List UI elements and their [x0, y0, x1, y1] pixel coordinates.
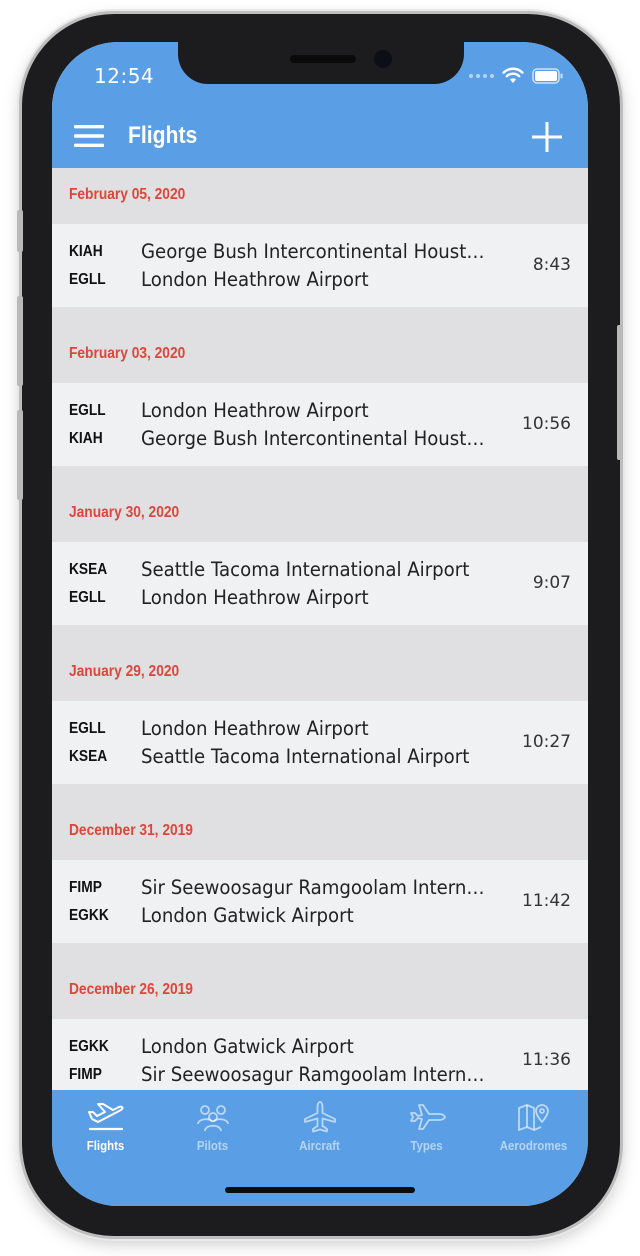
section-date: February 05, 2020: [69, 186, 186, 203]
status-icons: [469, 67, 564, 84]
section-date: January 30, 2020: [69, 504, 180, 521]
flight-duration: 11:42: [522, 891, 571, 911]
arrival-code: EGLL: [69, 271, 106, 288]
date-section-header: January 30, 2020: [52, 486, 588, 542]
departure-code: FIMP: [69, 879, 102, 896]
departure-airport: London Heathrow Airport: [141, 717, 369, 740]
date-section-header: February 03, 2020: [52, 327, 588, 383]
hamburger-menu-icon[interactable]: [74, 124, 104, 148]
flight-duration: 10:27: [522, 732, 571, 752]
home-indicator[interactable]: [225, 1187, 415, 1193]
status-time: 12:54: [94, 64, 155, 88]
volume-up-button: [17, 296, 23, 386]
front-camera: [374, 50, 392, 68]
arrival-airport: Seattle Tacoma International Airport: [141, 745, 470, 768]
tab-pilots[interactable]: Pilots: [159, 1100, 266, 1153]
arrival-airport: London Heathrow Airport: [141, 268, 369, 291]
notch: [178, 42, 464, 84]
departure-airport: Sir Seewoosagur Ramgoolam Internatio...: [141, 876, 495, 899]
battery-icon: [532, 67, 564, 84]
tab-label: Types: [410, 1138, 443, 1153]
section-date: February 03, 2020: [69, 345, 186, 362]
plus-icon[interactable]: [532, 122, 562, 152]
departure-airport: George Bush Intercontinental Houston...: [141, 240, 495, 263]
flight-duration: 11:36: [522, 1050, 571, 1070]
map-pin-icon: [517, 1104, 549, 1131]
section-date: December 31, 2019: [69, 822, 193, 839]
date-section-header: January 29, 2020: [52, 645, 588, 701]
date-section-header: February 05, 2020: [52, 168, 588, 224]
cellular-signal-icon: [469, 73, 494, 78]
tab-label: Pilots: [196, 1138, 229, 1153]
arrival-airport: London Gatwick Airport: [141, 904, 354, 927]
date-section-header: December 31, 2019: [52, 804, 588, 860]
flight-duration: 9:07: [532, 573, 571, 593]
mute-switch: [17, 210, 23, 252]
power-button: [617, 325, 623, 460]
departure-airport: London Gatwick Airport: [141, 1035, 354, 1058]
tab-types[interactable]: Types: [373, 1100, 480, 1153]
section-spacer: [52, 307, 588, 327]
people-group-icon: [196, 1105, 229, 1132]
section-spacer: [52, 784, 588, 804]
departure-code: EGLL: [69, 402, 106, 419]
tab-bar: Flights Pilots Aircraft Types Aerodromes: [52, 1090, 588, 1206]
arrival-airport: Sir Seewoosagur Ramgoolam Internatio...: [141, 1063, 495, 1086]
flight-row[interactable]: FIMP Sir Seewoosagur Ramgoolam Internati…: [52, 860, 588, 943]
flight-row[interactable]: KSEA Seattle Tacoma International Airpor…: [52, 542, 588, 625]
tab-label: Aircraft: [299, 1138, 340, 1153]
flight-duration: 10:56: [522, 414, 571, 434]
airplane-takeoff-icon: [87, 1103, 123, 1131]
airplane-icon: [303, 1101, 336, 1133]
arrival-airport: George Bush Intercontinental Houston...: [141, 427, 495, 450]
section-date: January 29, 2020: [69, 663, 180, 680]
section-spacer: [52, 625, 588, 645]
arrival-code: KSEA: [69, 748, 108, 765]
tab-aerodromes[interactable]: Aerodromes: [480, 1100, 587, 1153]
departure-airport: Seattle Tacoma International Airport: [141, 558, 470, 581]
speaker-grille: [290, 55, 356, 63]
section-spacer: [52, 466, 588, 486]
departure-code: EGLL: [69, 720, 106, 737]
arrival-code: FIMP: [69, 1066, 102, 1083]
volume-down-button: [17, 410, 23, 500]
screen: 12:54 Flights February 05, 2020 KIAH Geo…: [52, 42, 588, 1206]
page-title: Flights: [128, 122, 198, 149]
departure-code: EGKK: [69, 1038, 109, 1055]
departure-code: KSEA: [69, 561, 108, 578]
flight-duration: 8:43: [532, 255, 571, 275]
arrival-code: EGKK: [69, 907, 109, 924]
section-date: December 26, 2019: [69, 981, 193, 998]
departure-airport: London Heathrow Airport: [141, 399, 369, 422]
arrival-code: KIAH: [69, 430, 103, 447]
tab-label: Flights: [86, 1138, 125, 1153]
date-section-header: December 26, 2019: [52, 963, 588, 1019]
departure-code: KIAH: [69, 243, 103, 260]
flight-row[interactable]: KIAH George Bush Intercontinental Housto…: [52, 224, 588, 307]
flights-list[interactable]: February 05, 2020 KIAH George Bush Inter…: [52, 168, 588, 1102]
tab-aircraft[interactable]: Aircraft: [266, 1100, 373, 1153]
flight-row[interactable]: EGLL London Heathrow Airport KSEA Seattl…: [52, 701, 588, 784]
wifi-icon: [502, 67, 524, 84]
tab-label: Aerodromes: [499, 1138, 568, 1153]
arrival-airport: London Heathrow Airport: [141, 586, 369, 609]
flight-row[interactable]: EGLL London Heathrow Airport KIAH George…: [52, 383, 588, 466]
section-spacer: [52, 943, 588, 963]
arrival-code: EGLL: [69, 589, 106, 606]
fighter-jet-icon: [409, 1104, 446, 1130]
tab-flights[interactable]: Flights: [52, 1100, 159, 1153]
